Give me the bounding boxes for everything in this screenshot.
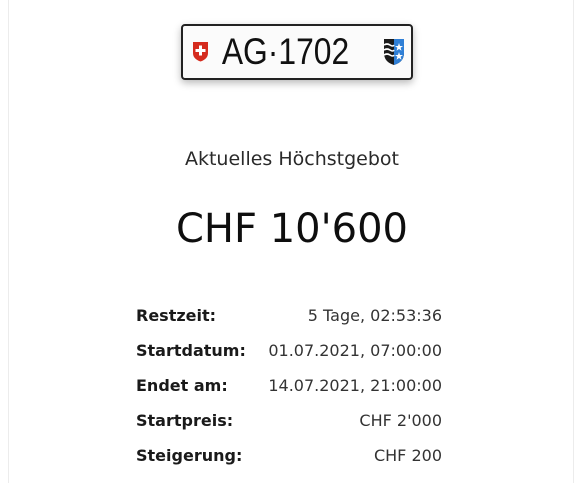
detail-label: Steigerung:: [136, 446, 243, 465]
detail-label: Startpreis:: [136, 411, 234, 430]
plate-number: AG·1702: [221, 31, 350, 72]
detail-row-increment: Steigerung: CHF 200: [136, 442, 442, 477]
detail-value: CHF 2'000: [359, 411, 442, 430]
detail-value: 14.07.2021, 21:00:00: [268, 376, 442, 395]
license-plate: AG·1702: [181, 24, 413, 80]
detail-label: Endet am:: [136, 376, 228, 395]
detail-row-start-date: Startdatum: 01.07.2021, 07:00:00: [136, 337, 442, 372]
aargau-coat-of-arms-icon: [383, 39, 404, 65]
detail-label: Restzeit:: [136, 306, 217, 325]
detail-value: 5 Tage, 02:53:36: [307, 306, 442, 325]
current-bid-label: Aktuelles Höchstgebot: [184, 148, 399, 170]
detail-value: 01.07.2021, 07:00:00: [268, 341, 442, 360]
auction-card: AG·1702 Aktuelles Höchstgebot CHF 10'600…: [8, 0, 574, 483]
detail-label: Startdatum:: [136, 341, 246, 360]
detail-row-end-date: Endet am: 14.07.2021, 21:00:00: [136, 372, 442, 407]
detail-row-start-price: Startpreis: CHF 2'000: [136, 407, 442, 442]
detail-row-remaining-time: Restzeit: 5 Tage, 02:53:36: [136, 302, 442, 337]
current-bid-amount: CHF 10'600: [176, 206, 408, 252]
detail-value: CHF 200: [373, 446, 442, 465]
auction-details: Restzeit: 5 Tage, 02:53:36 Startdatum: 0…: [136, 302, 442, 477]
swiss-cross-icon: [193, 42, 208, 62]
